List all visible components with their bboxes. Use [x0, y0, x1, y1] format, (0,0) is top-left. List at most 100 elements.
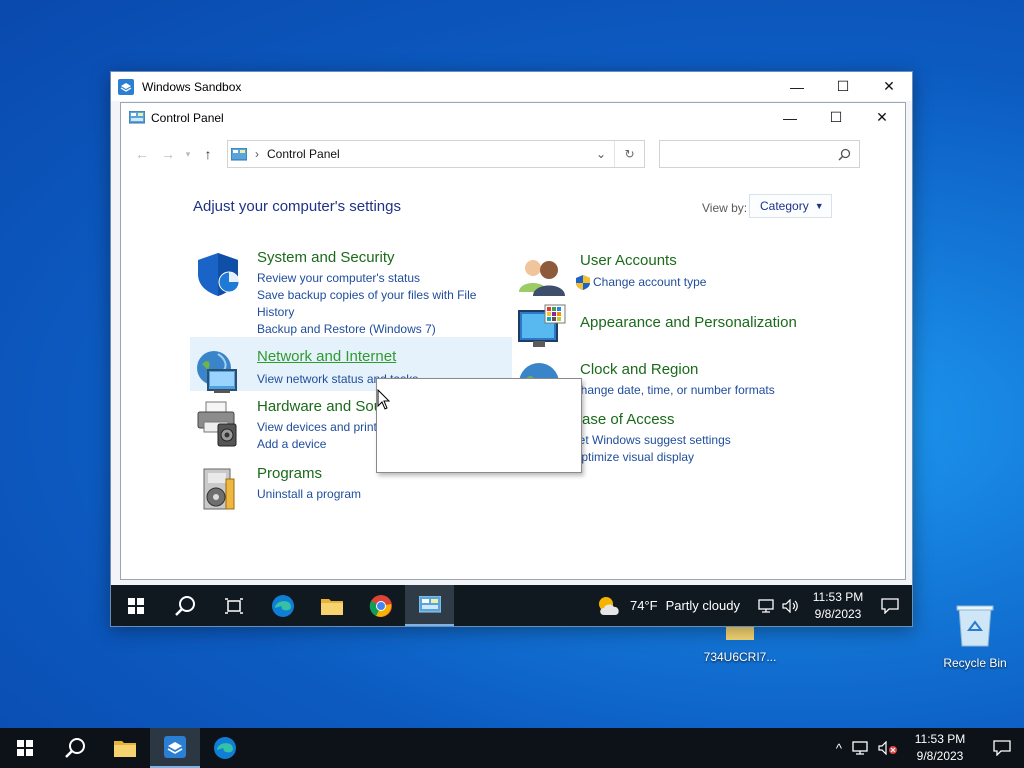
recycle-bin[interactable]: Recycle Bin — [935, 602, 1015, 670]
sandbox-minimize-button[interactable]: — — [774, 72, 820, 101]
host-sandbox-button[interactable] — [150, 728, 200, 768]
taskbar-chrome[interactable] — [356, 585, 405, 626]
breadcrumb[interactable]: Control Panel — [267, 147, 340, 161]
link-backup-restore[interactable]: Backup and Restore (Windows 7) — [257, 321, 489, 338]
category-title-ease-of-access[interactable]: Ease of Access — [572, 411, 675, 428]
page-title: Adjust your computer's settings — [193, 198, 401, 215]
link-optimize-visual[interactable]: Optimize visual display — [572, 449, 804, 466]
control-panel-icon — [418, 595, 441, 612]
control-panel-window: Control Panel — ☐ ✕ ← → ▾ ↑ › Control Pa… — [120, 102, 906, 580]
sandbox-clock[interactable]: 11:53 PM 9/8/2023 — [808, 589, 868, 623]
notification-icon — [881, 597, 899, 614]
network-icon[interactable] — [852, 741, 868, 755]
category-links-programs: Uninstall a program — [257, 486, 489, 503]
host-edge-button[interactable] — [200, 728, 250, 768]
category-title-system-security[interactable]: System and Security — [257, 249, 395, 266]
volume-muted-icon[interactable] — [878, 741, 898, 755]
cp-minimize-button[interactable]: — — [767, 103, 813, 132]
shield-icon — [198, 253, 240, 296]
appearance-icon — [518, 304, 566, 347]
partly-cloudy-icon — [598, 596, 619, 615]
link-change-account-type[interactable]: Change account type — [593, 274, 706, 291]
host-notification-button[interactable] — [980, 740, 1024, 756]
category-links-ease-of-access: Let Windows suggest settings Optimize vi… — [572, 432, 804, 466]
edge-icon — [214, 737, 236, 759]
link-review-status[interactable]: Review your computer's status — [257, 270, 489, 287]
weather-widget[interactable]: 74°F Partly cloudy — [596, 595, 740, 617]
folder-icon — [320, 598, 343, 615]
link-windows-suggest[interactable]: Let Windows suggest settings — [572, 432, 804, 449]
search-button[interactable] — [160, 585, 209, 626]
category-title-appearance[interactable]: Appearance and Personalization — [580, 314, 797, 331]
link-change-formats[interactable]: Change date, time, or number formats — [572, 382, 804, 399]
category-title-user-accounts[interactable]: User Accounts — [580, 252, 677, 269]
tooltip-popup — [376, 378, 582, 473]
system-tray — [758, 598, 800, 613]
host-start-button[interactable] — [0, 728, 50, 768]
globe-network-icon — [197, 351, 237, 393]
sandbox-notification-button[interactable] — [868, 597, 912, 614]
sandbox-window: Windows Sandbox — ☐ ✕ Control Panel — ☐ — [110, 71, 913, 627]
up-icon[interactable]: ↑ — [195, 146, 221, 162]
sandbox-clock-date: 9/8/2023 — [814, 606, 862, 621]
refresh-icon[interactable]: ↻ — [614, 141, 644, 167]
recent-locations-icon[interactable]: ▾ — [181, 149, 195, 160]
sandbox-maximize-button[interactable]: ☐ — [820, 72, 866, 101]
forward-icon[interactable]: → — [155, 146, 181, 162]
cp-close-button[interactable]: ✕ — [859, 103, 905, 132]
view-by-label: View by: — [702, 201, 748, 215]
category-links-system-security: Review your computer's status Save backu… — [257, 270, 489, 338]
cp-maximize-button[interactable]: ☐ — [813, 103, 859, 132]
mouse-cursor-icon — [377, 389, 391, 410]
desktop-folder-label: 734U6CRI7... — [703, 650, 777, 664]
sandbox-titlebar[interactable]: Windows Sandbox — ☐ ✕ — [111, 72, 912, 101]
control-panel-icon — [129, 110, 145, 123]
link-file-history[interactable]: Save backup copies of your files with Fi… — [257, 287, 489, 321]
host-search-button[interactable] — [50, 728, 100, 768]
taskbar-file-explorer[interactable] — [307, 585, 356, 626]
sandbox-close-button[interactable]: ✕ — [866, 72, 912, 101]
sandbox-icon — [164, 736, 186, 758]
address-bar[interactable]: › Control Panel ⌄ ↻ — [227, 140, 645, 168]
category-title-programs[interactable]: Programs — [257, 465, 322, 482]
address-dropdown-icon[interactable]: ⌄ — [588, 147, 614, 161]
control-panel-title: Control Panel — [151, 110, 224, 125]
view-by-dropdown[interactable]: Category ▼ — [749, 194, 832, 218]
sandbox-desktop: Control Panel — ☐ ✕ ← → ▾ ↑ › Control Pa… — [111, 101, 912, 626]
users-icon — [519, 260, 565, 296]
folder-icon — [114, 741, 136, 757]
host-taskbar: ^ 11:53 PM 9/8/2023 — [0, 728, 1024, 768]
printer-speaker-icon — [197, 401, 237, 447]
category-title-network-internet[interactable]: Network and Internet — [257, 348, 396, 365]
task-view-button[interactable] — [209, 585, 258, 626]
search-input[interactable] — [659, 140, 860, 168]
uac-shield-icon — [576, 275, 590, 290]
category-title-clock-region[interactable]: Clock and Region — [580, 361, 698, 378]
control-panel-content: Adjust your computer's settings View by:… — [121, 176, 905, 578]
edge-icon — [271, 594, 294, 617]
host-clock[interactable]: 11:53 PM 9/8/2023 — [910, 731, 970, 765]
tray-overflow-chevron-icon[interactable]: ^ — [836, 741, 842, 756]
control-panel-titlebar[interactable]: Control Panel — ☐ ✕ — [121, 103, 905, 132]
search-icon — [174, 595, 195, 616]
chrome-icon — [369, 594, 392, 617]
host-clock-time: 11:53 PM — [914, 732, 966, 746]
link-uninstall-program[interactable]: Uninstall a program — [257, 486, 489, 503]
breadcrumb-separator-icon: › — [255, 147, 259, 161]
windows-logo-icon — [17, 740, 33, 756]
network-icon[interactable] — [758, 598, 774, 613]
recycle-bin-icon — [956, 605, 994, 647]
host-file-explorer[interactable] — [100, 728, 150, 768]
task-view-icon — [224, 597, 243, 614]
sandbox-title: Windows Sandbox — [142, 79, 242, 94]
back-icon[interactable]: ← — [129, 146, 155, 162]
sandbox-icon — [118, 78, 134, 95]
taskbar-edge[interactable] — [258, 585, 307, 626]
volume-icon[interactable] — [782, 598, 800, 613]
start-button[interactable] — [111, 585, 160, 626]
taskbar-control-panel[interactable] — [405, 585, 454, 626]
category-links-clock-region: Change date, time, or number formats — [572, 382, 804, 399]
dropdown-arrow-icon: ▼ — [814, 201, 824, 211]
programs-icon — [203, 468, 235, 510]
search-icon — [65, 738, 85, 758]
